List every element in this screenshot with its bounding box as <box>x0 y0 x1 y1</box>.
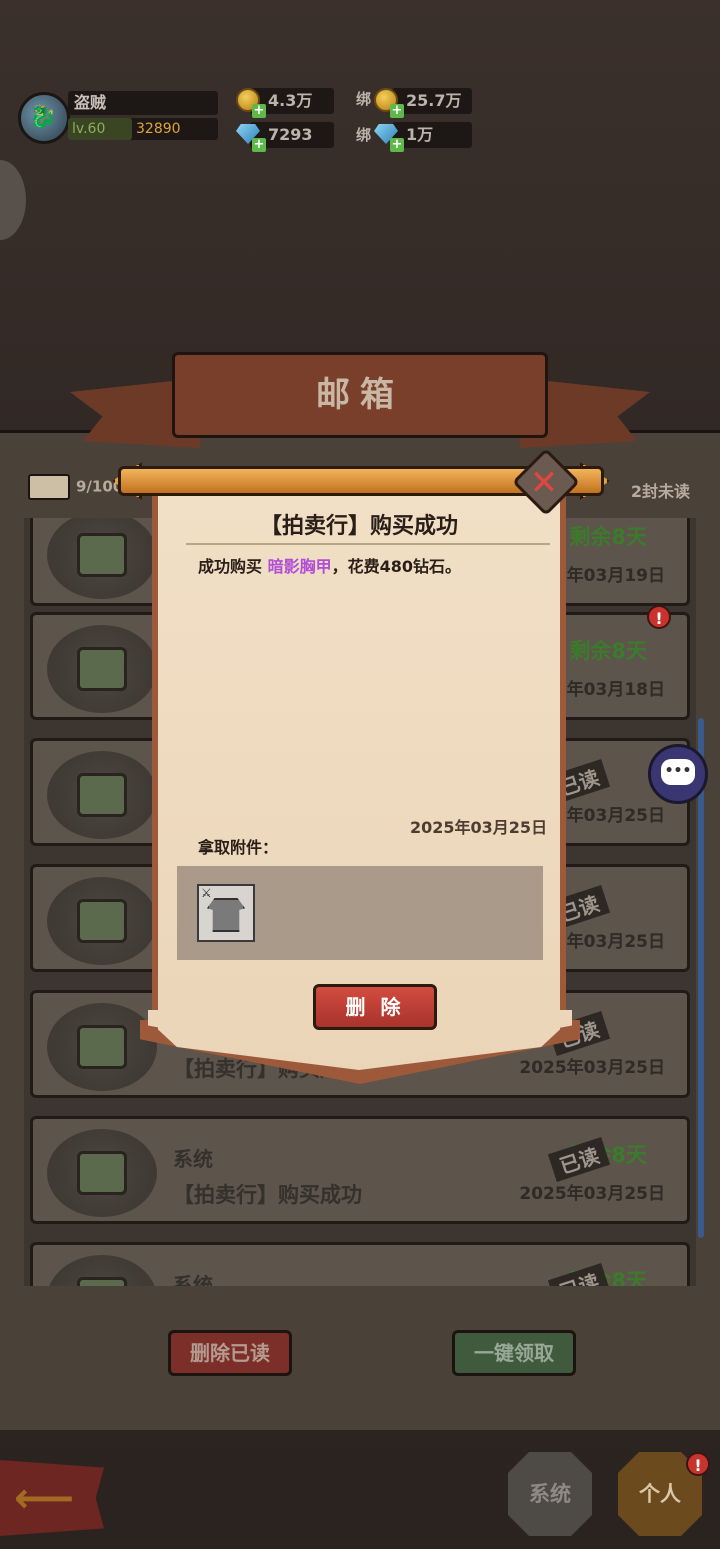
bound-gold-value: 25.7万 <box>406 91 462 110</box>
add-diamond-icon[interactable]: + <box>252 138 266 152</box>
player-power: 32890 <box>136 121 181 137</box>
mail-detail-title: 【拍卖行】购买成功 <box>259 514 458 539</box>
mail-subject: 【拍卖行】购买成功 <box>173 1183 362 1207</box>
body-suffix: ，花费480钻石。 <box>331 557 462 576</box>
body-prefix: 成功购买 <box>198 557 263 576</box>
mail-list-scrollbar[interactable] <box>698 718 704 1238</box>
chest-icon <box>47 518 157 599</box>
mail-count: 9/100 <box>28 474 123 500</box>
player-avatar[interactable]: 🐉 <box>18 92 70 144</box>
claim-all-button[interactable]: 一键领取 <box>452 1330 576 1376</box>
add-gold-icon[interactable]: + <box>252 104 266 118</box>
mail-remaining: 剩余8天 <box>569 525 647 549</box>
bound-diamond-counter: 1万 <box>392 122 472 148</box>
mail-detail-body: 成功购买 暗影胸甲，花费480钻石。 <box>198 553 461 577</box>
close-icon: ✕ <box>529 462 559 503</box>
chat-button[interactable]: ••• <box>648 744 708 804</box>
delete-mail-button[interactable]: 删 除 <box>313 984 437 1030</box>
envelope-icon <box>28 474 70 500</box>
personal-alert-badge: ! <box>686 1452 710 1476</box>
mail-sender: 系统 <box>173 1273 213 1286</box>
chest-icon <box>47 751 157 839</box>
new-mail-badge: ! <box>647 605 671 629</box>
player-name: 盗贼 <box>68 91 218 115</box>
add-bound-gold-icon[interactable]: + <box>390 104 404 118</box>
top-hud: 🐉 盗贼 lv.60 32890 4.3万 + 7293 + 绑 25.7万 +… <box>0 0 720 170</box>
attachment-label: 拿取附件： <box>198 838 279 857</box>
bound-gold-label: 绑 <box>356 90 372 108</box>
mail-date: 2025年03月25日 <box>519 1058 665 1078</box>
gold-value: 4.3万 <box>268 91 313 110</box>
mailbox-title: 邮箱 <box>172 352 548 438</box>
bound-gold-counter: 25.7万 <box>392 88 472 114</box>
bound-diamond-label: 绑 <box>356 126 372 144</box>
player-level-plate: lv.60 32890 <box>68 118 218 140</box>
chest-icon <box>47 877 157 965</box>
mail-sender: 系统 <box>173 1147 213 1171</box>
read-stamp: 已读 <box>547 1137 611 1182</box>
back-arrow-icon[interactable]: ⟵ <box>0 1460 104 1536</box>
mail-date: 2025年03月25日 <box>519 1184 665 1204</box>
mail-detail-date: 2025年03月25日 <box>410 818 548 837</box>
bound-diamond-value: 1万 <box>406 125 434 144</box>
chest-icon <box>47 1003 157 1091</box>
dragon-icon: 🐉 <box>29 105 57 130</box>
add-bound-diamond-icon[interactable]: + <box>390 138 404 152</box>
chestplate-icon <box>207 898 245 932</box>
tab-system[interactable]: 系统 <box>508 1452 592 1536</box>
chest-icon <box>47 1129 157 1217</box>
item-name: 暗影胸甲 <box>267 557 332 576</box>
attachment-item-shadow-chestplate[interactable]: ⚔ <box>197 884 255 942</box>
mail-remaining: 剩余8天 <box>569 639 647 663</box>
title-divider <box>186 543 550 545</box>
unread-count: 2封未读 <box>630 482 690 501</box>
chest-icon <box>47 625 157 713</box>
chat-bubble-icon: ••• <box>661 759 695 785</box>
delete-read-button[interactable]: 删除已读 <box>168 1330 292 1376</box>
mail-row[interactable]: 系统 【拍卖行】购买成功 剩余8天 已读 2025年03月25日 <box>30 1116 690 1224</box>
player-level: lv.60 <box>68 118 132 140</box>
crossed-swords-icon: ⚔ <box>201 886 212 900</box>
diamond-value: 7293 <box>268 125 313 144</box>
chest-icon <box>47 1255 157 1286</box>
mail-row[interactable]: 系统 剩余8天 已读 <box>30 1242 690 1286</box>
